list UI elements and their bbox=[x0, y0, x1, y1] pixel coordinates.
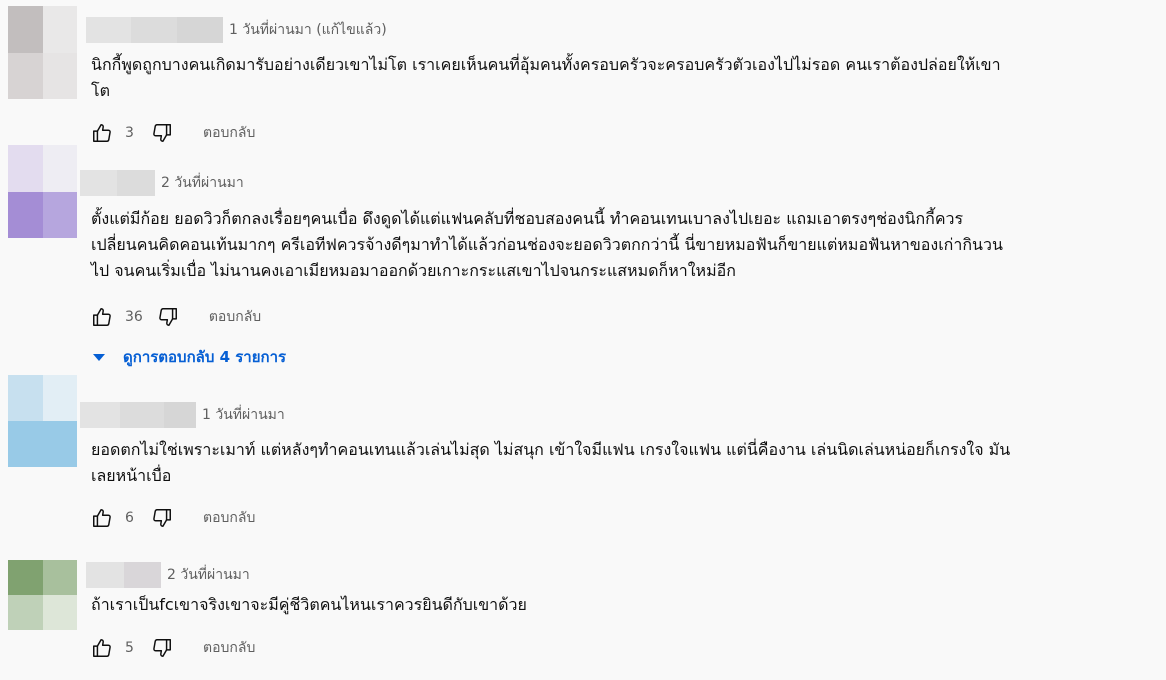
comment-header: 1 วันที่ผ่านมา (แก้ไขแล้ว) bbox=[86, 17, 387, 43]
like-count: 6 bbox=[125, 510, 134, 526]
author-name-blurred[interactable] bbox=[80, 402, 196, 428]
avatar-tile bbox=[42, 560, 77, 595]
avatar-tile bbox=[42, 421, 77, 467]
comment-actions: 3 ตอบกลับ bbox=[91, 120, 255, 146]
comment-text: ถ้าเราเป็นfcเขาจริงเขาจะมีคู่ชีวิตคนไหนเ… bbox=[91, 595, 527, 614]
reply-button[interactable]: ตอบกลับ bbox=[203, 637, 255, 659]
avatar-tile bbox=[8, 560, 43, 595]
author-name-blurred[interactable] bbox=[80, 170, 155, 196]
author-name-blurred[interactable] bbox=[86, 562, 161, 588]
like-count: 5 bbox=[125, 640, 134, 656]
like-count: 3 bbox=[125, 125, 134, 141]
comment-actions: 6 ตอบกลับ bbox=[91, 505, 255, 531]
thumbs-down-icon[interactable] bbox=[151, 637, 173, 659]
avatar[interactable] bbox=[8, 375, 77, 467]
avatar-tile bbox=[42, 191, 77, 238]
author-name-blurred[interactable] bbox=[86, 17, 223, 43]
comment-actions: 36 ตอบกลับ bbox=[91, 304, 261, 330]
comment-text: นิกกี้พูดถูกบางคนเกิดมารับอย่างเดียวเขาไ… bbox=[91, 55, 1001, 100]
avatar-tile bbox=[8, 375, 43, 421]
avatar-tile bbox=[8, 52, 43, 99]
caret-down-icon bbox=[93, 353, 105, 361]
avatar-tile bbox=[42, 6, 77, 53]
comment-header: 2 วันที่ผ่านมา bbox=[86, 562, 250, 588]
reply-button[interactable]: ตอบกลับ bbox=[203, 122, 255, 144]
comment-timestamp[interactable]: 1 วันที่ผ่านมา bbox=[202, 404, 285, 426]
comment-text: ยอดตกไม่ใช่เพราะเมาท์ แต่หลังๆทำคอนเทนแล… bbox=[91, 440, 1011, 485]
comment-actions: 5 ตอบกลับ bbox=[91, 635, 255, 661]
avatar-tile bbox=[42, 145, 77, 192]
thumbs-down-icon[interactable] bbox=[151, 507, 173, 529]
thumbs-up-icon[interactable] bbox=[91, 507, 113, 529]
avatar-tile bbox=[8, 421, 43, 467]
comment-timestamp[interactable]: 1 วันที่ผ่านมา (แก้ไขแล้ว) bbox=[229, 19, 387, 41]
avatar-tile bbox=[42, 595, 77, 630]
thumbs-up-icon[interactable] bbox=[91, 306, 113, 328]
comment-timestamp[interactable]: 2 วันที่ผ่านมา bbox=[161, 172, 244, 194]
avatar-tile bbox=[8, 191, 43, 238]
comment-timestamp[interactable]: 2 วันที่ผ่านมา bbox=[167, 564, 250, 586]
avatar-tile bbox=[42, 52, 77, 99]
reply-button[interactable]: ตอบกลับ bbox=[203, 507, 255, 529]
thumbs-up-icon[interactable] bbox=[91, 637, 113, 659]
comment-text: ตั้งแต่มีก้อย ยอดวิวก็ตกลงเรื่อยๆคนเบื่อ… bbox=[91, 209, 1003, 280]
thumbs-down-icon[interactable] bbox=[157, 306, 179, 328]
like-count: 36 bbox=[125, 309, 143, 325]
avatar[interactable] bbox=[8, 145, 77, 238]
avatar-tile bbox=[42, 375, 77, 421]
avatar-tile bbox=[8, 595, 43, 630]
comment-header: 2 วันที่ผ่านมา bbox=[80, 170, 244, 196]
avatar[interactable] bbox=[8, 560, 77, 630]
thumbs-up-icon[interactable] bbox=[91, 122, 113, 144]
thumbs-down-icon[interactable] bbox=[151, 122, 173, 144]
reply-button[interactable]: ตอบกลับ bbox=[209, 306, 261, 328]
view-replies-button[interactable]: ดูการตอบกลับ 4 รายการ bbox=[91, 343, 286, 371]
view-replies-label: ดูการตอบกลับ 4 รายการ bbox=[123, 348, 287, 366]
avatar[interactable] bbox=[8, 6, 77, 99]
avatar-tile bbox=[8, 6, 43, 53]
avatar-tile bbox=[8, 145, 43, 192]
comment-header: 1 วันที่ผ่านมา bbox=[80, 402, 285, 428]
